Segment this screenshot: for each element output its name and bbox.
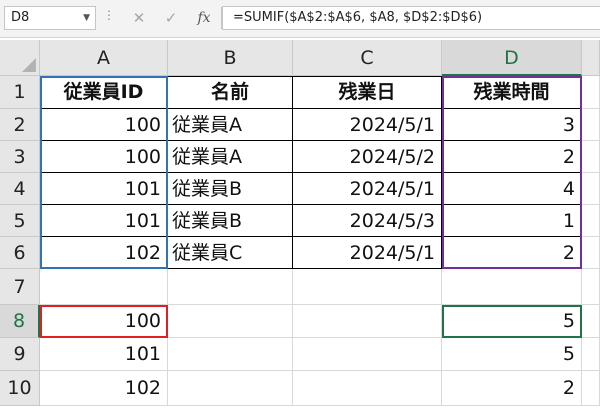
- column-header-a[interactable]: A: [40, 40, 168, 76]
- cell-c3[interactable]: 2024/5/2: [293, 141, 442, 173]
- cell-c9[interactable]: [293, 338, 442, 371]
- column-header-b[interactable]: B: [168, 40, 293, 76]
- row-header-4[interactable]: 4: [0, 173, 40, 205]
- cell-filler-row-2: [582, 109, 600, 141]
- row-header-1[interactable]: 1: [0, 76, 40, 109]
- cancel-icon[interactable]: ✕: [128, 7, 150, 29]
- cell-a3[interactable]: 100: [40, 141, 168, 173]
- row-header-9[interactable]: 9: [0, 338, 40, 371]
- cell-c5[interactable]: 2024/5/3: [293, 205, 442, 237]
- cell-b1[interactable]: 名前: [168, 76, 293, 109]
- row-header-5[interactable]: 5: [0, 205, 40, 237]
- cell-c8[interactable]: [293, 305, 442, 338]
- cell-d6[interactable]: 2: [442, 237, 582, 269]
- cell-a4[interactable]: 101: [40, 173, 168, 205]
- insert-function-icon[interactable]: fx: [193, 7, 215, 29]
- cell-c7[interactable]: [293, 269, 442, 305]
- name-box-value: D8: [11, 10, 30, 25]
- cell-filler-row-6: [582, 237, 600, 269]
- cell-c6[interactable]: 2024/5/1: [293, 237, 442, 269]
- cell-a6[interactable]: 102: [40, 237, 168, 269]
- cell-d5[interactable]: 1: [442, 205, 582, 237]
- cell-a10[interactable]: 102: [40, 371, 168, 406]
- cell-a5[interactable]: 101: [40, 205, 168, 237]
- column-header-filler: [582, 40, 600, 76]
- cell-b2[interactable]: 従業員A: [168, 109, 293, 141]
- cell-c1[interactable]: 残業日: [293, 76, 442, 109]
- cell-b6[interactable]: 従業員C: [168, 237, 293, 269]
- cell-d7[interactable]: [442, 269, 582, 305]
- cell-d4[interactable]: 4: [442, 173, 582, 205]
- cell-d8[interactable]: 5: [442, 305, 582, 338]
- row-header-3[interactable]: 3: [0, 141, 40, 173]
- cell-b7[interactable]: [168, 269, 293, 305]
- cell-filler-row-10: [582, 371, 600, 406]
- cell-filler-row-5: [582, 205, 600, 237]
- cell-b10[interactable]: [168, 371, 293, 406]
- row-header-2[interactable]: 2: [0, 109, 40, 141]
- cell-filler-row-8: [582, 305, 600, 338]
- cell-b4[interactable]: 従業員B: [168, 173, 293, 205]
- cell-a8[interactable]: 100: [40, 305, 168, 338]
- cell-filler-row-1: [582, 76, 600, 109]
- cell-b8[interactable]: [168, 305, 293, 338]
- select-all-icon: [22, 58, 36, 72]
- enter-icon[interactable]: ✓: [160, 7, 182, 29]
- cell-d9[interactable]: 5: [442, 338, 582, 371]
- formula-bar: D8 ▼ ⋮ ✕ ✓ fx =SUMIF($A$2:$A$6, $A8, $D$…: [0, 0, 600, 38]
- row-header-7[interactable]: 7: [0, 269, 40, 305]
- cell-filler-row-4: [582, 173, 600, 205]
- spreadsheet-window: D8 ▼ ⋮ ✕ ✓ fx =SUMIF($A$2:$A$6, $A8, $D$…: [0, 0, 600, 416]
- cell-a2[interactable]: 100: [40, 109, 168, 141]
- name-box-dropdown-icon[interactable]: ▼: [83, 7, 90, 29]
- cell-d10[interactable]: 2: [442, 371, 582, 406]
- column-header-d[interactable]: D: [442, 40, 582, 76]
- cell-c4[interactable]: 2024/5/1: [293, 173, 442, 205]
- cell-a7[interactable]: [40, 269, 168, 305]
- name-box[interactable]: D8 ▼: [4, 6, 96, 30]
- cell-c10[interactable]: [293, 371, 442, 406]
- column-header-c[interactable]: C: [293, 40, 442, 76]
- cell-filler-row-9: [582, 338, 600, 371]
- cell-filler-row-3: [582, 141, 600, 173]
- row-header-10[interactable]: 10: [0, 371, 40, 406]
- select-all-button[interactable]: [0, 40, 40, 76]
- cell-b5[interactable]: 従業員B: [168, 205, 293, 237]
- cell-a9[interactable]: 101: [40, 338, 168, 371]
- formula-bar-grip-icon[interactable]: ⋮: [103, 8, 115, 22]
- row-header-8[interactable]: 8: [0, 305, 40, 338]
- cell-filler-row-7: [582, 269, 600, 305]
- cell-b9[interactable]: [168, 338, 293, 371]
- cell-d2[interactable]: 3: [442, 109, 582, 141]
- row-header-6[interactable]: 6: [0, 237, 40, 269]
- cell-d1[interactable]: 残業時間: [442, 76, 582, 109]
- sheet-grid: A B C D 1 2 3 4 5 6 7 8 9 10 従業員ID 名前 残業日 残業時間 100 従業員A 2024…: [0, 40, 600, 416]
- cell-c2[interactable]: 2024/5/1: [293, 109, 442, 141]
- cell-d3[interactable]: 2: [442, 141, 582, 173]
- formula-input[interactable]: =SUMIF($A$2:$A$6, $A8, $D$2:$D$6): [222, 6, 600, 30]
- cell-a1[interactable]: 従業員ID: [40, 76, 168, 109]
- cell-b3[interactable]: 従業員A: [168, 141, 293, 173]
